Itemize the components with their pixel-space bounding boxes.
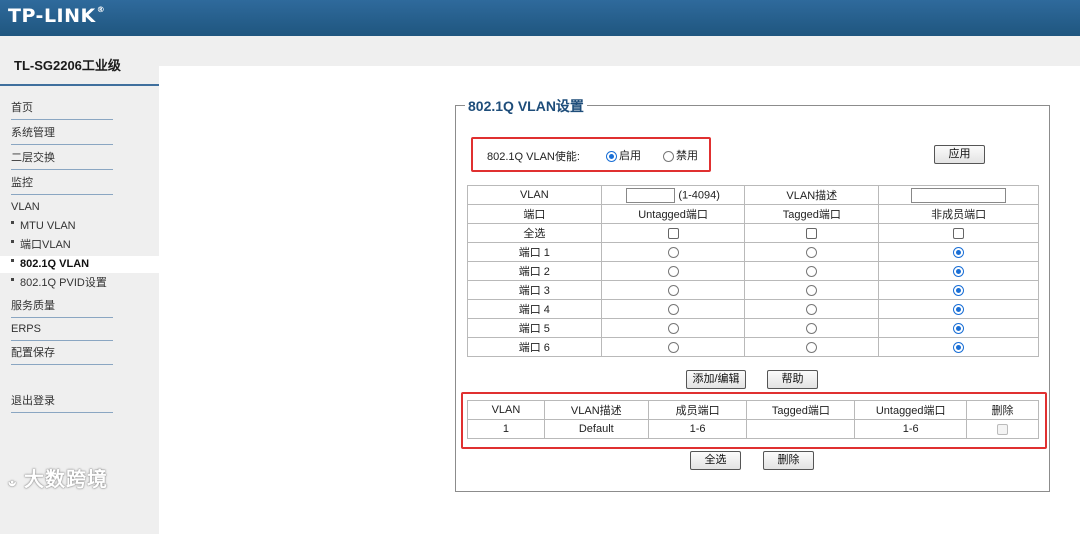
vlan-config-table: VLAN (1-4094) VLAN描述 端口 Untagged端口 Tagge… (467, 185, 1039, 357)
vlan-id-input[interactable] (626, 187, 676, 203)
delete-button[interactable]: 删除 (763, 451, 814, 470)
table-row: 端口 1 (467, 242, 1039, 262)
column-header: 删除 (966, 400, 1039, 420)
select-all-untagged-checkbox[interactable] (667, 227, 679, 239)
sidebar-subitem-pvid[interactable]: 802.1Q PVID设置 (0, 275, 159, 292)
select-all-tagged-checkbox[interactable] (806, 227, 818, 239)
sidebar-item-monitoring[interactable]: 监控 (11, 175, 113, 195)
sidebar-item-l2-switching[interactable]: 二层交换 (11, 150, 113, 170)
port-label: 端口 5 (467, 318, 602, 338)
table-header-row: 端口 Untagged端口 Tagged端口 非成员端口 (467, 204, 1039, 224)
port-tagged-radio[interactable] (806, 303, 818, 315)
delete-checkbox (997, 423, 1009, 435)
column-header: 非成员端口 (878, 204, 1039, 224)
watermark: ಀ 大数跨境 (8, 469, 108, 491)
port-nonmember-radio[interactable] (953, 322, 965, 334)
port-tagged-radio[interactable] (806, 341, 818, 353)
header-strip (159, 36, 1080, 66)
help-button[interactable]: 帮助 (767, 370, 818, 389)
port-untagged-radio[interactable] (667, 322, 679, 334)
column-header: Tagged端口 (744, 204, 880, 224)
select-all-nonmember-checkbox[interactable] (953, 227, 965, 239)
enable-on-radio[interactable] (606, 150, 617, 162)
port-label: 端口 2 (467, 261, 602, 281)
untagged-ports-cell: 1-6 (854, 419, 968, 439)
sidebar-item-qos[interactable]: 服务质量 (11, 298, 113, 318)
sidebar-item-save-config[interactable]: 配置保存 (11, 345, 113, 365)
port-label: 端口 1 (467, 242, 602, 262)
bullet-icon (11, 239, 14, 243)
enable-on-option[interactable]: 启用 (606, 147, 641, 163)
port-tagged-radio[interactable] (806, 322, 818, 334)
port-nonmember-radio[interactable] (953, 246, 965, 258)
column-header: VLAN (467, 400, 545, 420)
model-divider (0, 84, 159, 86)
column-header: Untagged端口 (854, 400, 968, 420)
table-row: 端口 4 (467, 299, 1039, 319)
port-tagged-radio[interactable] (806, 265, 818, 277)
sidebar-item-vlan[interactable]: VLAN (11, 201, 40, 213)
column-header: 端口 (467, 204, 602, 224)
apply-button[interactable]: 应用 (934, 145, 985, 164)
vlan-desc-input[interactable] (911, 187, 1007, 203)
select-all-label: 全选 (467, 223, 602, 243)
sidebar-subitem-port-vlan[interactable]: 端口VLAN (0, 237, 159, 254)
device-model: TL-SG2206工业级 (14, 58, 121, 73)
port-label: 端口 3 (467, 280, 602, 300)
table-row: 全选 (467, 223, 1039, 243)
page-title: 802.1Q VLAN设置 (465, 96, 587, 116)
port-nonmember-radio[interactable] (953, 341, 965, 353)
top-banner: TP-LINK® (0, 0, 1080, 36)
table-row: 端口 2 (467, 261, 1039, 281)
enable-off-option[interactable]: 禁用 (663, 147, 698, 163)
sidebar-subitem-mtu-vlan[interactable]: MTU VLAN (0, 218, 159, 235)
sidebar-item-logout[interactable]: 退出登录 (11, 393, 113, 413)
vlan-id-cell: 1 (467, 419, 545, 439)
table-row: 端口 5 (467, 318, 1039, 338)
table-row: 端口 6 (467, 337, 1039, 357)
vlan-id-label: VLAN (467, 185, 602, 205)
select-all-button[interactable]: 全选 (690, 451, 741, 470)
bullet-icon (11, 258, 14, 262)
port-nonmember-radio[interactable] (953, 284, 965, 296)
port-label: 端口 4 (467, 299, 602, 319)
port-label: 端口 6 (467, 337, 602, 357)
port-untagged-radio[interactable] (667, 303, 679, 315)
port-tagged-radio[interactable] (806, 284, 818, 296)
table-row[interactable]: 1 Default 1-6 1-6 (467, 419, 1039, 439)
enable-off-radio[interactable] (663, 150, 674, 162)
table-row: 端口 3 (467, 280, 1039, 300)
tagged-ports-cell (746, 419, 856, 439)
vlan-list-table: VLAN VLAN描述 成员端口 Tagged端口 Untagged端口 删除 … (467, 400, 1039, 439)
table-header-row: VLAN VLAN描述 成员端口 Tagged端口 Untagged端口 删除 (467, 400, 1039, 420)
sidebar-subitem-8021q-vlan[interactable]: 802.1Q VLAN (0, 256, 159, 273)
vlan-desc-cell: Default (543, 419, 649, 439)
vlan-range-hint: (1-4094) (678, 188, 720, 201)
column-header: Untagged端口 (600, 204, 746, 224)
port-untagged-radio[interactable] (667, 284, 679, 296)
port-untagged-radio[interactable] (667, 246, 679, 258)
port-untagged-radio[interactable] (667, 341, 679, 353)
table-row: VLAN (1-4094) VLAN描述 (467, 185, 1039, 205)
column-header: Tagged端口 (746, 400, 856, 420)
column-header: VLAN描述 (543, 400, 649, 420)
port-nonmember-radio[interactable] (953, 265, 965, 277)
port-untagged-radio[interactable] (667, 265, 679, 277)
column-header: 成员端口 (647, 400, 748, 420)
port-nonmember-radio[interactable] (953, 303, 965, 315)
tp-link-logo: TP-LINK® (8, 5, 106, 27)
enable-label: 802.1Q VLAN使能: (487, 151, 580, 163)
bullet-icon (11, 220, 14, 224)
member-ports-cell: 1-6 (647, 419, 748, 439)
sidebar: TL-SG2206工业级 首页 系统管理 二层交换 监控 VLAN MTU VL… (0, 36, 159, 534)
add-edit-button[interactable]: 添加/编辑 (686, 370, 746, 389)
sidebar-item-home[interactable]: 首页 (11, 100, 113, 120)
vlan-desc-label: VLAN描述 (744, 185, 880, 205)
sidebar-item-erps[interactable]: ERPS (11, 321, 113, 341)
sidebar-item-system[interactable]: 系统管理 (11, 125, 113, 145)
bullet-icon (11, 277, 14, 281)
port-tagged-radio[interactable] (806, 246, 818, 258)
